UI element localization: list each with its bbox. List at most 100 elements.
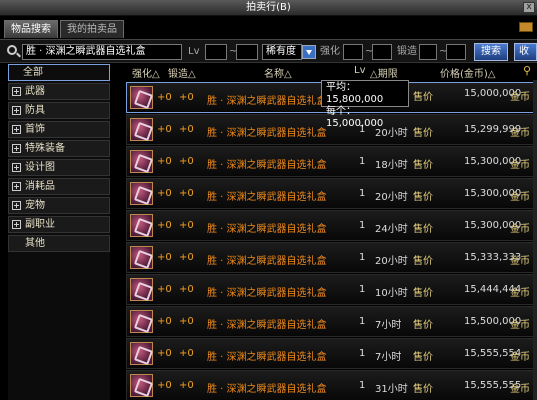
- row-lv: 1: [359, 220, 366, 231]
- table-row[interactable]: +0 +0 胜 · 深渊之瞬武器自选礼盒 1 18小时 售价 15,300,00…: [126, 146, 537, 177]
- lv-max-field[interactable]: [236, 44, 258, 60]
- row-strength: +0: [157, 252, 172, 263]
- forge-label: 锻造: [397, 46, 417, 57]
- row-strength: +0: [157, 156, 172, 167]
- forge-min-field[interactable]: [419, 44, 437, 60]
- sidebar-item-special[interactable]: 特殊装备: [8, 140, 110, 157]
- row-time: 31小时: [375, 384, 408, 395]
- row-time: 7小时: [375, 352, 402, 363]
- row-unit: 金币: [510, 288, 530, 299]
- expand-icon[interactable]: [12, 87, 21, 96]
- row-forge: +0: [179, 348, 194, 359]
- row-lv: 1: [359, 316, 366, 327]
- sort-price[interactable]: 价格(金币)△: [440, 65, 496, 80]
- expand-icon[interactable]: [12, 106, 21, 115]
- item-icon: [130, 86, 153, 109]
- row-unit: 金币: [510, 320, 530, 331]
- sort-time[interactable]: △期限: [370, 65, 398, 80]
- strength-label: 强化: [320, 46, 340, 57]
- row-sell: 售价: [413, 92, 433, 103]
- row-forge: +0: [179, 316, 194, 327]
- row-sell: 售价: [413, 384, 433, 395]
- item-icon: [130, 182, 153, 205]
- table-row[interactable]: +0 +0 胜 · 深渊之瞬武器自选礼盒 1 7小时 售价 15,500,000…: [126, 306, 537, 337]
- row-forge: +0: [179, 252, 194, 263]
- row-strength: +0: [157, 284, 172, 295]
- rarity-select[interactable]: 稀有度: [262, 44, 302, 60]
- table-header: 强化△ 锻造△ 名称△ Lv △期限 价格(金币)△ ⚲: [128, 64, 537, 80]
- table-row[interactable]: +0 +0 胜 · 深渊之瞬武器自选礼盒 1 7小时 售价 15,555,554…: [126, 338, 537, 369]
- table-row[interactable]: +0 +0 胜 · 深渊之瞬武器自选礼盒 1 24小时 售价 15,300,00…: [126, 210, 537, 241]
- pin-icon[interactable]: ⚲: [523, 64, 531, 77]
- row-time: 20小时: [375, 256, 408, 267]
- row-forge: +0: [179, 284, 194, 295]
- row-unit: 金币: [510, 128, 530, 139]
- row-unit: 金币: [510, 224, 530, 235]
- row-unit: 金币: [510, 256, 530, 267]
- sidebar-item-weapon[interactable]: 武器: [8, 83, 110, 100]
- tab-bar: 物品搜索 我的拍卖品: [4, 20, 124, 38]
- expand-icon[interactable]: [12, 201, 21, 210]
- row-sell: 售价: [413, 128, 433, 139]
- row-unit: 金币: [510, 92, 530, 103]
- sidebar-item-accessory[interactable]: 首饰: [8, 121, 110, 138]
- table-row[interactable]: +0 +0 胜 · 深渊之瞬武器自选礼盒 1 20小时 售价 15,300,00…: [126, 178, 537, 209]
- search-input[interactable]: 胜 · 深渊之瞬武器自选礼盒: [22, 44, 182, 60]
- expand-icon[interactable]: [12, 182, 21, 191]
- expand-icon[interactable]: [12, 144, 21, 153]
- item-icon: [130, 278, 153, 301]
- item-icon: [130, 246, 153, 269]
- sidebar-item-blueprint[interactable]: 设计图: [8, 159, 110, 176]
- expand-icon[interactable]: [12, 220, 21, 229]
- scrollbar[interactable]: [533, 80, 537, 400]
- tooltip-average: 平均：15,800,000: [326, 82, 384, 105]
- row-unit: 金币: [510, 160, 530, 171]
- sidebar-item-subjob[interactable]: 副职业: [8, 216, 110, 233]
- sidebar-item-label: 全部: [23, 67, 43, 78]
- forge-max-field[interactable]: [446, 44, 466, 60]
- sidebar-item-label: 设计图: [25, 162, 55, 173]
- lv-min-field[interactable]: [205, 44, 227, 60]
- table-row[interactable]: +0 +0 胜 · 深渊之瞬武器自选礼盒 1 31小时 售价 15,555,55…: [126, 370, 537, 400]
- close-button[interactable]: x: [523, 2, 535, 13]
- sort-forge[interactable]: 锻造△: [168, 65, 196, 80]
- tab-item-search[interactable]: 物品搜索: [4, 20, 58, 38]
- row-forge: +0: [179, 124, 194, 135]
- sidebar-item-other[interactable]: 其他: [8, 235, 110, 252]
- row-name: 胜 · 深渊之瞬武器自选礼盒: [207, 288, 327, 299]
- sidebar-item-consumable[interactable]: 消耗品: [8, 178, 110, 195]
- table-row[interactable]: +0 +0 胜 · 深渊之瞬武器自选礼盒 1 10小时 售价 15,444,44…: [126, 274, 537, 305]
- row-strength: +0: [157, 124, 172, 135]
- row-sell: 售价: [413, 352, 433, 363]
- sidebar-item-pet[interactable]: 宠物: [8, 197, 110, 214]
- row-lv: 1: [359, 348, 366, 359]
- table-row[interactable]: +0 +0 胜 · 深渊之瞬武器自选礼盒 1 20小时 售价 15,333,33…: [126, 242, 537, 273]
- row-sell: 售价: [413, 160, 433, 171]
- tab-my-auctions[interactable]: 我的拍卖品: [60, 20, 124, 38]
- favorite-button[interactable]: 收: [514, 43, 537, 61]
- row-sell: 售价: [413, 192, 433, 203]
- expand-icon[interactable]: [12, 163, 21, 172]
- row-name: 胜 · 深渊之瞬武器自选礼盒: [207, 128, 327, 139]
- sort-name[interactable]: 名称△: [264, 65, 292, 80]
- sidebar-item-all[interactable]: 全部: [8, 64, 110, 81]
- strength-min-field[interactable]: [343, 44, 363, 60]
- strength-max-field[interactable]: [372, 44, 392, 60]
- item-icon: [130, 118, 153, 141]
- row-lv: 1: [359, 252, 366, 263]
- minimize-icon[interactable]: [519, 22, 533, 32]
- expand-icon[interactable]: [12, 125, 21, 134]
- search-bar: 胜 · 深渊之瞬武器自选礼盒 Lv ~ 稀有度 强化 ~ 锻造 ~ 搜索 收: [0, 39, 537, 63]
- row-name: 胜 · 深渊之瞬武器自选礼盒: [207, 160, 327, 171]
- header-lv[interactable]: Lv: [354, 65, 366, 76]
- row-strength: +0: [157, 92, 172, 103]
- chevron-down-icon[interactable]: [302, 45, 316, 59]
- lv-label: Lv: [188, 46, 200, 57]
- search-icon: [7, 45, 17, 55]
- search-button[interactable]: 搜索: [474, 43, 508, 61]
- row-strength: +0: [157, 220, 172, 231]
- sort-strength[interactable]: 强化△: [132, 65, 160, 80]
- category-sidebar: 全部 武器 防具 首饰 特殊装备 设计图 消耗品 宠物 副职业 其他: [8, 64, 110, 400]
- sidebar-item-armor[interactable]: 防具: [8, 102, 110, 119]
- row-forge: +0: [179, 220, 194, 231]
